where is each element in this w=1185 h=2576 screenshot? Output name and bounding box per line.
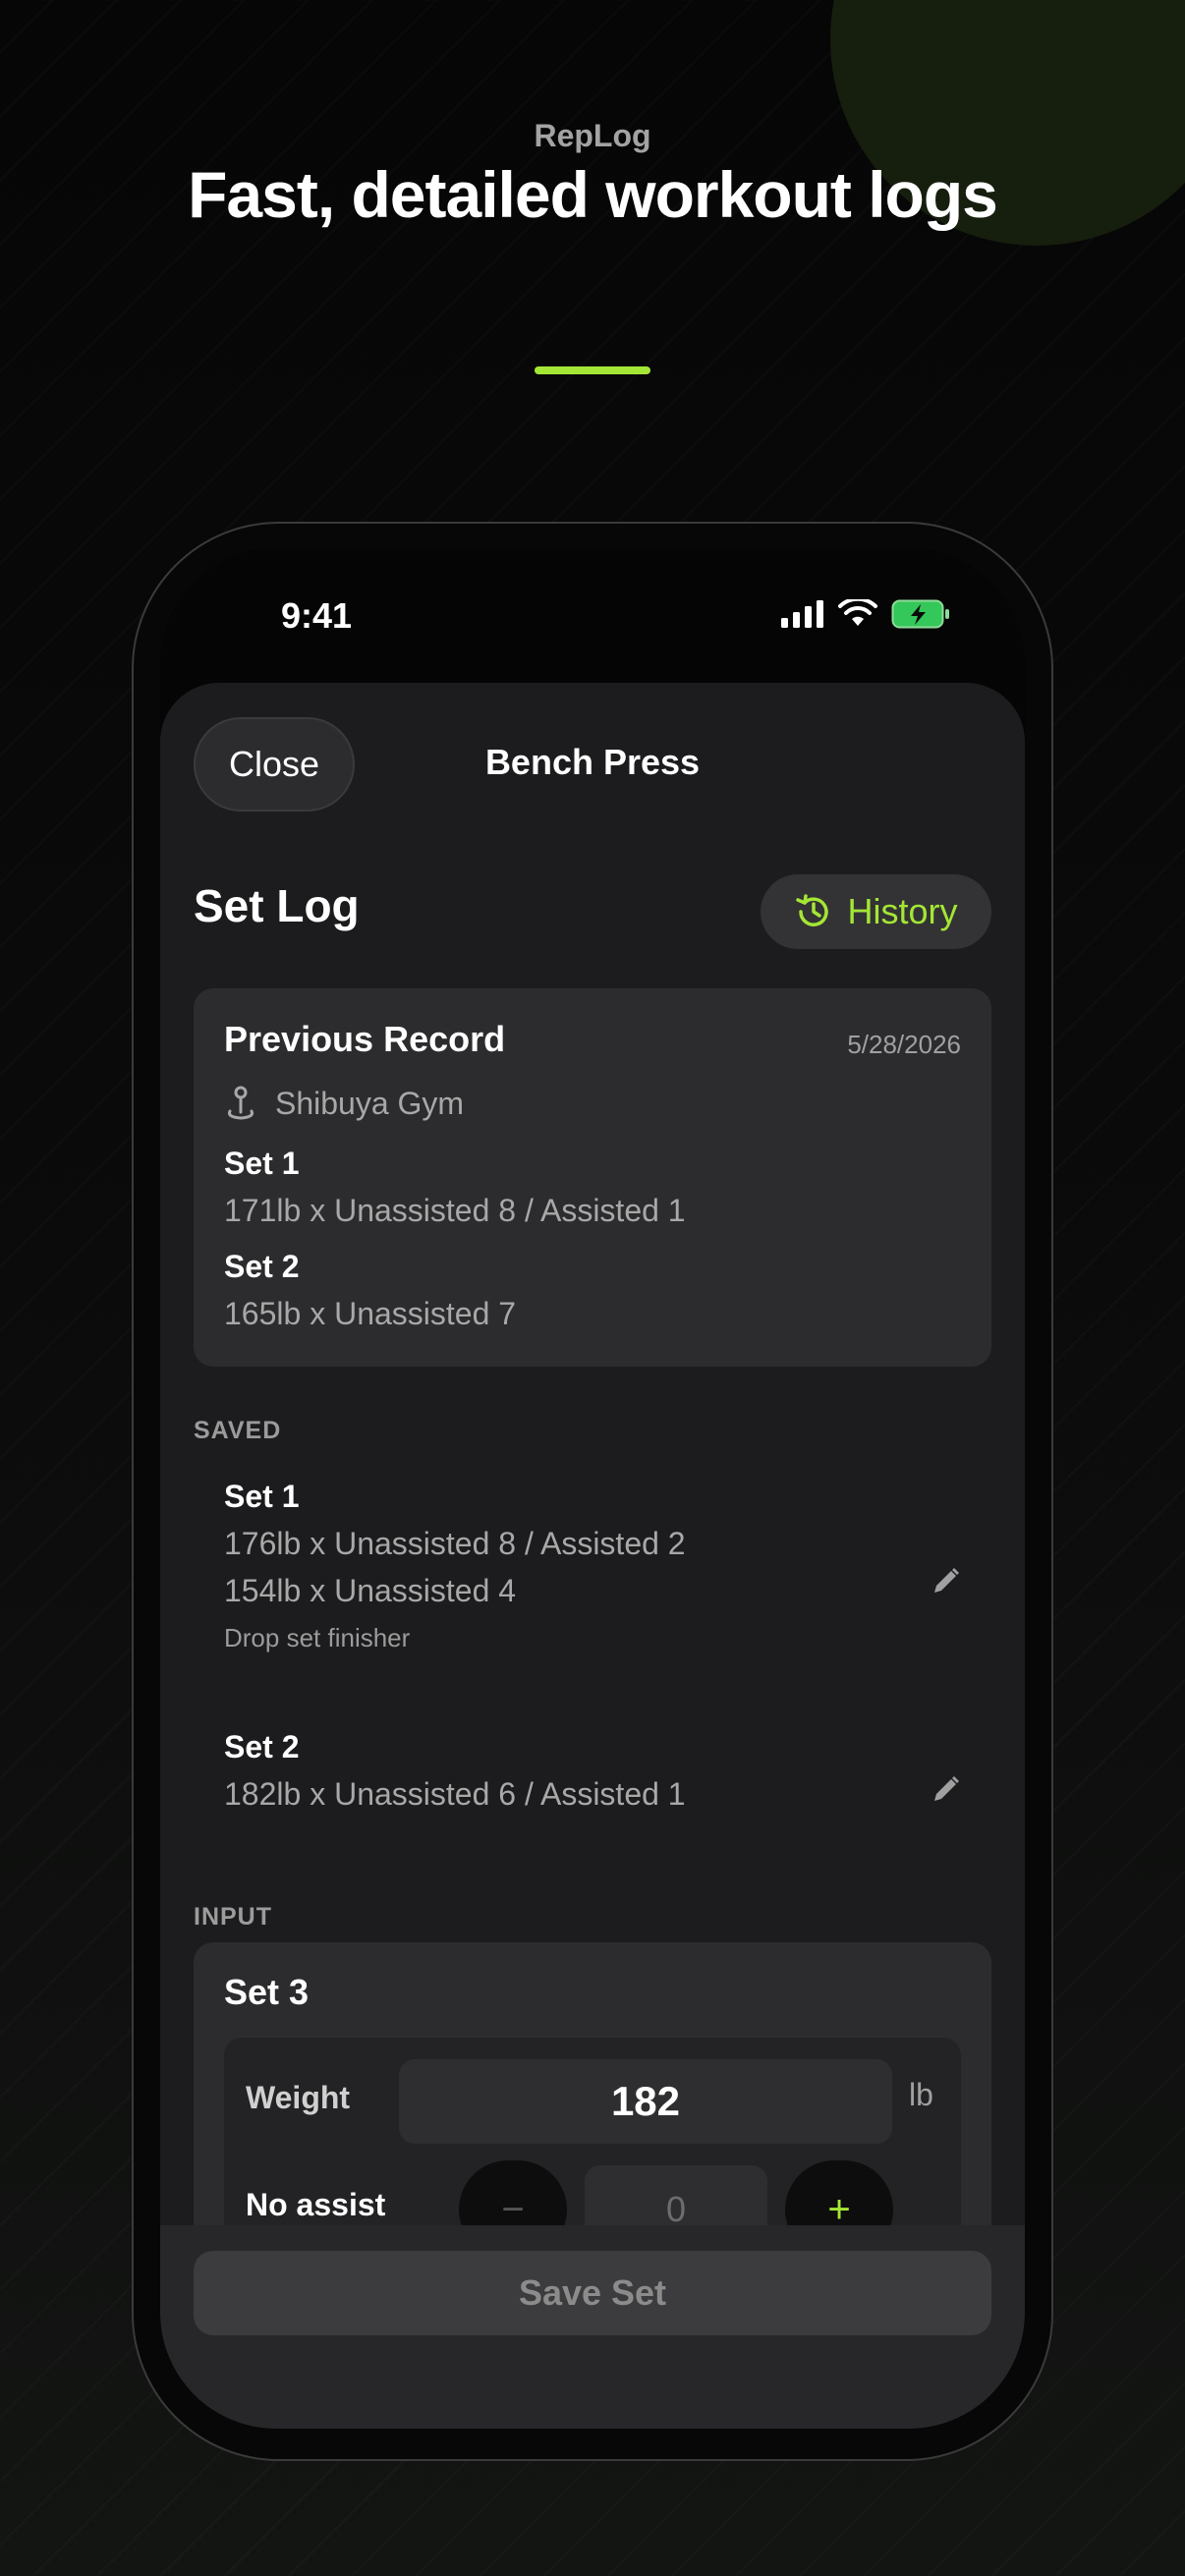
history-label: History [847,891,958,931]
saved-set-label: Set 2 [224,1729,300,1764]
gym-row: Shibuya Gym [224,1085,464,1122]
input-header: INPUT [194,1903,272,1931]
saved-set-label: Set 1 [224,1479,300,1514]
saved-set-row[interactable]: Set 2 182lb x Unassisted 6 / Assisted 1 [194,1714,991,1852]
saved-set-row[interactable]: Set 1 176lb x Unassisted 8 / Assisted 2 … [194,1464,991,1690]
previous-record-date: 5/28/2026 [847,1030,961,1059]
phone-screen: 9:41 Close Bench Press Set Log History P… [160,548,1025,2429]
wifi-icon [838,599,877,626]
brand-name: RepLog [534,118,651,153]
battery-charging-icon [891,599,949,629]
save-set-button[interactable]: Save Set [194,2251,991,2335]
close-button[interactable]: Close [194,717,355,812]
previous-record-card: Previous Record 5/28/2026 Shibuya Gym Se… [194,988,991,1367]
history-icon [796,894,829,926]
edit-set-button[interactable] [922,1558,969,1605]
marketing-headline: Fast, detailed workout logs [188,158,998,231]
previous-set-label: Set 1 [224,1146,300,1181]
saved-set-line: 154lb x Unassisted 4 [224,1573,517,1608]
previous-set-detail: 165lb x Unassisted 7 [224,1296,517,1331]
signal-icon [781,600,823,628]
accent-divider [535,366,650,374]
saved-set-line: 176lb x Unassisted 8 / Assisted 2 [224,1526,686,1561]
previous-record-title: Previous Record [224,1019,506,1059]
saved-set-line: 182lb x Unassisted 6 / Assisted 1 [224,1776,686,1812]
gym-name: Shibuya Gym [275,1085,465,1121]
status-time: 9:41 [281,595,353,636]
status-icons [781,599,950,629]
previous-set-detail: 171lb x Unassisted 8 / Assisted 1 [224,1193,686,1228]
weight-unit: lb [909,2077,933,2112]
workout-sheet: Close Bench Press Set Log History Previo… [160,683,1025,2429]
weight-input[interactable]: 182 [399,2059,892,2144]
location-pin-icon [228,1086,254,1120]
edit-set-button[interactable] [922,1766,969,1814]
pencil-icon [934,1776,959,1801]
weight-label: Weight [246,2080,351,2115]
previous-set-label: Set 2 [224,1249,300,1284]
pencil-icon [934,1568,959,1593]
no-assist-label: No assist [246,2187,386,2222]
saved-set-note: Drop set finisher [224,1623,411,1652]
input-set-label: Set 3 [224,1972,310,2012]
bottom-bar: Save Set [160,2225,1025,2429]
set-log-title: Set Log [194,880,360,931]
saved-header: SAVED [194,1417,282,1444]
history-button[interactable]: History [761,874,991,949]
